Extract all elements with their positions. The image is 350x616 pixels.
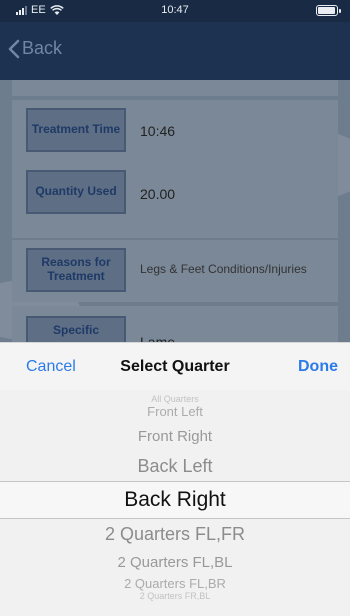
picker-option[interactable]: Front Right (0, 428, 350, 445)
reasons-value[interactable]: Legs & Feet Conditions/Injuries (140, 262, 307, 276)
navigation-bar: Back (0, 22, 350, 80)
treatment-time-value[interactable]: 10:46 (140, 123, 175, 139)
specific-value[interactable]: Lame (140, 334, 175, 342)
picker-option[interactable]: Back Left (0, 456, 350, 477)
picker-option-selected[interactable]: Back Right (0, 488, 350, 512)
chevron-left-icon (8, 39, 20, 58)
back-button[interactable]: Back (8, 38, 62, 59)
form-content: Treatment Time 10:46 Quantity Used 20.00… (0, 80, 350, 342)
picker-option[interactable]: 2 Quarters FL,BR (0, 576, 350, 591)
form-card-treatment: Treatment Time 10:46 Quantity Used 20.00 (12, 100, 338, 238)
specific-label: Specific (26, 316, 126, 342)
picker-toolbar: Cancel Select Quarter Done (0, 342, 350, 390)
quantity-used-value[interactable]: 20.00 (140, 186, 175, 202)
done-button[interactable]: Done (298, 358, 338, 376)
status-time: 10:47 (161, 4, 189, 16)
quarter-picker[interactable]: All Quarters Front Left Front Right Back… (0, 390, 350, 616)
form-card-specific: Specific Lame (12, 306, 338, 342)
battery-icon (316, 5, 341, 16)
treatment-time-label: Treatment Time (26, 108, 126, 152)
picker-option[interactable]: Front Left (0, 404, 350, 419)
form-card-top (12, 80, 338, 96)
quantity-used-label: Quantity Used (26, 170, 126, 214)
reasons-label: Reasons for Treatment (26, 248, 126, 292)
back-label: Back (22, 38, 63, 58)
picker-option[interactable]: All Quarters (0, 394, 350, 404)
status-bar: EE 10:47 (0, 0, 350, 22)
picker-option[interactable]: 2 Quarters FL,BL (0, 554, 350, 571)
picker-option[interactable]: 2 Quarters FL,FR (0, 524, 350, 545)
form-card-reasons: Reasons for Treatment Legs & Feet Condit… (12, 240, 338, 302)
picker-option[interactable]: 2 Quarters FR,BL (0, 591, 350, 601)
